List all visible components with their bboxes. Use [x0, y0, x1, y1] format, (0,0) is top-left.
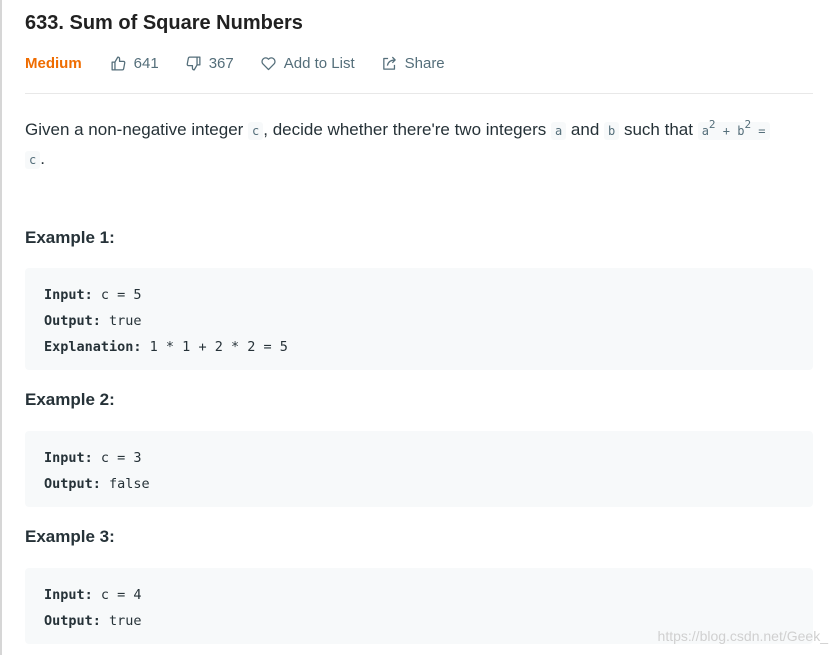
output-value: true	[100, 613, 142, 629]
dislike-count: 367	[208, 54, 234, 72]
output-value: false	[100, 476, 150, 492]
desc-text: , decide whether there're two integers	[263, 120, 551, 139]
watermark-text: https://blog.csdn.net/Geek_	[657, 628, 828, 644]
inline-code-a: a	[550, 122, 567, 140]
input-value: c = 3	[92, 450, 142, 466]
explanation-label: Explanation:	[44, 339, 142, 355]
input-value: c = 5	[92, 287, 142, 303]
share-label: Share	[404, 54, 445, 72]
explanation-value: 1 * 1 + 2 * 2 = 5	[141, 339, 288, 355]
thumbs-down-icon	[186, 55, 201, 71]
example-2-title: Example 2:	[25, 390, 115, 409]
example-1-block: Input: c = 5 Output: true Explanation: 1…	[25, 268, 813, 370]
input-value: c = 4	[92, 587, 142, 603]
input-label: Input:	[44, 450, 93, 466]
desc-text: such that	[619, 120, 698, 139]
desc-text: Given a non-negative integer	[25, 120, 249, 139]
output-label: Output:	[44, 613, 101, 629]
example-1-title: Example 1:	[25, 228, 115, 247]
example-explanation-line: Explanation: 1 * 1 + 2 * 2 = 5	[44, 334, 794, 360]
output-label: Output:	[44, 313, 101, 329]
difficulty-label: Medium	[25, 54, 82, 72]
share-button[interactable]: Share	[381, 55, 445, 72]
header-divider	[25, 93, 813, 94]
input-label: Input:	[44, 287, 93, 303]
inline-equation: a2 + b2 =	[697, 118, 770, 140]
eq-exponent-b: 2	[744, 118, 752, 131]
inline-code-c2: c	[25, 151, 41, 169]
eq-exponent-a: 2	[708, 118, 716, 131]
thumbs-up-icon	[111, 55, 126, 71]
inline-code-c: c	[248, 122, 264, 140]
inline-code-b: b	[604, 122, 620, 140]
problem-meta-bar: Medium 641 367 Add to List Share	[25, 52, 471, 74]
like-button[interactable]: 641	[110, 55, 159, 72]
output-label: Output:	[44, 476, 101, 492]
eq-a: a	[701, 124, 709, 138]
example-input-line: Input: c = 5	[44, 282, 794, 308]
like-count: 641	[133, 54, 159, 72]
heart-icon	[261, 56, 276, 70]
left-border	[0, 0, 2, 655]
input-label: Input:	[44, 587, 93, 603]
add-to-list-label: Add to List	[283, 54, 355, 72]
dislike-button[interactable]: 367	[185, 55, 234, 72]
example-input-line: Input: c = 4	[44, 582, 794, 608]
example-3-title: Example 3:	[25, 527, 115, 546]
problem-description: Given a non-negative integer c, decide w…	[25, 113, 813, 174]
eq-plus-b: + b	[715, 124, 745, 138]
problem-title: 633. Sum of Square Numbers	[25, 12, 303, 34]
example-output-line: Output: true	[44, 308, 794, 334]
eq-equals: =	[751, 124, 766, 138]
desc-end: .	[40, 149, 45, 168]
example-2-block: Input: c = 3 Output: false	[25, 431, 813, 507]
desc-text: and	[566, 120, 605, 139]
share-icon	[382, 56, 396, 70]
example-input-line: Input: c = 3	[44, 445, 794, 471]
output-value: true	[100, 313, 142, 329]
example-output-line: Output: false	[44, 471, 794, 497]
add-to-list-button[interactable]: Add to List	[260, 55, 355, 72]
